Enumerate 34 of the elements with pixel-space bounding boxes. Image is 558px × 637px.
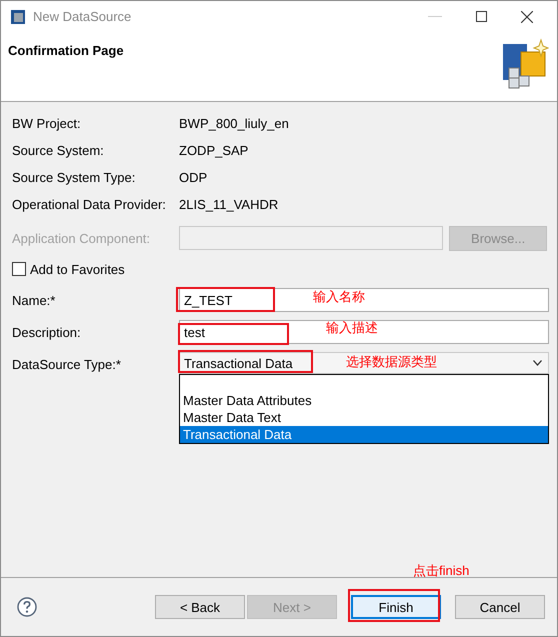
- dropdown-option[interactable]: Master Data Attributes: [180, 392, 548, 409]
- field-label: BW Project:: [12, 116, 82, 131]
- name-field[interactable]: Z_TEST 输入名称: [179, 288, 549, 312]
- favorites-checkbox[interactable]: [12, 262, 26, 276]
- wizard-button[interactable]: Cancel: [455, 595, 545, 619]
- field-label: DataSource Type:*: [12, 356, 122, 372]
- close-icon[interactable]: [521, 10, 533, 22]
- field-value: BWP_800_liuly_en: [179, 116, 289, 131]
- field-value: ODP: [179, 170, 208, 185]
- annotation-note: 输入名称: [313, 288, 365, 306]
- field-label: Description:: [12, 324, 82, 340]
- annotation-note: 点击finish: [413, 562, 470, 580]
- field-label: Name:*: [12, 292, 56, 308]
- annotation-note: 选择数据源类型: [346, 353, 437, 371]
- dropdown-option[interactable]: Transactional Data: [180, 426, 548, 443]
- maximize-icon[interactable]: [476, 11, 487, 22]
- field-label: Application Component:: [12, 230, 152, 246]
- help-icon[interactable]: [17, 597, 37, 617]
- description-field[interactable]: test 输入描述: [179, 320, 549, 344]
- wizard-button[interactable]: < Back: [155, 595, 245, 619]
- annotation-note: 输入描述: [326, 319, 378, 337]
- dropdown-option[interactable]: Master Data Text: [180, 409, 548, 426]
- field-value: ZODP_SAP: [179, 143, 248, 158]
- page-title: Confirmation Page: [8, 43, 124, 60]
- field-label: Source System Type:: [12, 170, 136, 185]
- field-value: 2LIS_11_VAHDR: [179, 197, 278, 212]
- wizard-button[interactable]: Finish: [351, 595, 441, 619]
- window-title: New DataSource: [33, 9, 132, 24]
- checkbox-label: Add to Favorites: [30, 262, 125, 276]
- chevron-down-icon: [533, 360, 542, 366]
- field-label: Operational Data Provider:: [12, 197, 167, 212]
- field-label: Source System:: [12, 143, 105, 158]
- app-icon: [11, 10, 25, 24]
- datasource-wizard-icon: [501, 38, 549, 90]
